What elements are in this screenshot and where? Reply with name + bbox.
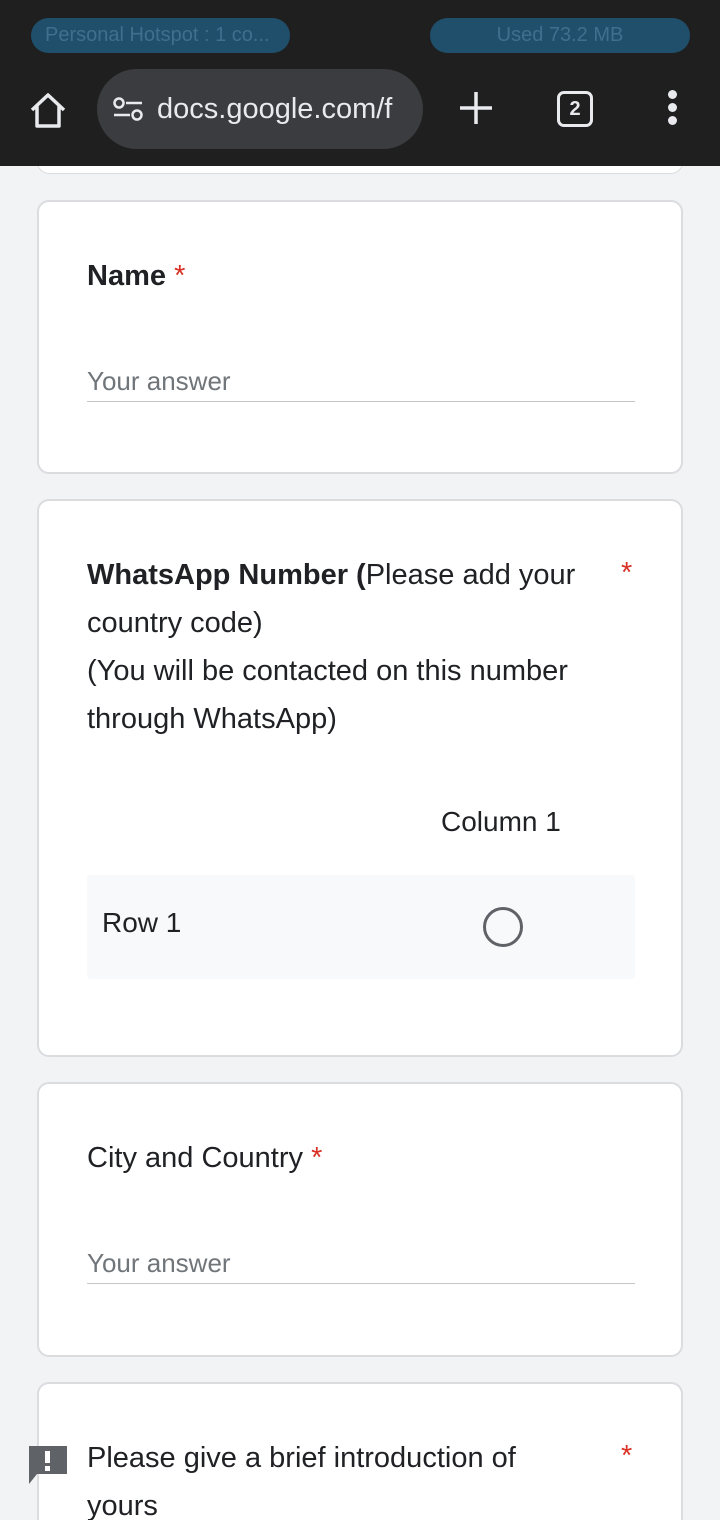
url-text[interactable]: docs.google.com/f [157, 93, 407, 126]
question-card-name: Name * [37, 200, 683, 474]
question-label: City and Country [87, 1142, 303, 1174]
required-asterisk: * [621, 557, 633, 589]
required-asterisk: * [174, 260, 186, 292]
form-content: Name * WhatsApp Number (Please add your … [0, 166, 720, 1520]
question-label: Name [87, 260, 166, 292]
question-card-whatsapp: WhatsApp Number (Please add your country… [37, 499, 683, 1057]
question-title: Please give a brief introduction of your… [87, 1434, 577, 1520]
question-card-introduction: Please give a brief introduction of your… [37, 1382, 683, 1520]
url-bar[interactable]: docs.google.com/f [97, 69, 423, 149]
question-title: City and Country * [87, 1134, 322, 1182]
grid-row-label: Row 1 [102, 907, 182, 938]
more-vert-icon[interactable] [660, 90, 684, 130]
question-subtitle: (You will be contacted on this number th… [87, 655, 568, 735]
city-country-input[interactable] [87, 1244, 635, 1284]
tune-icon[interactable] [112, 96, 144, 122]
grid-row: Row 1 [87, 875, 635, 979]
radio-button[interactable] [483, 907, 523, 947]
grid-column-header: Column 1 [441, 806, 561, 837]
required-asterisk: * [311, 1142, 323, 1174]
question-card-city: City and Country * [37, 1082, 683, 1357]
status-bar: Personal Hotspot : 1 co... Used 73.2 MB [0, 0, 720, 68]
question-title: WhatsApp Number (Please add your country… [87, 551, 597, 743]
question-label: Please give a brief introduction of your… [87, 1442, 516, 1520]
question-label-bold: WhatsApp Number ( [87, 559, 366, 591]
browser-toolbar: docs.google.com/f 2 [0, 68, 720, 166]
tab-switcher-button[interactable]: 2 [557, 91, 593, 127]
required-asterisk: * [621, 1440, 633, 1472]
data-usage-indicator[interactable]: Used 73.2 MB [430, 18, 690, 53]
previous-card [37, 166, 683, 174]
name-input[interactable] [87, 362, 635, 402]
plus-icon[interactable] [458, 90, 494, 126]
home-icon[interactable] [26, 88, 70, 132]
hotspot-indicator[interactable]: Personal Hotspot : 1 co... [31, 18, 290, 53]
question-title: Name * [87, 252, 185, 300]
feedback-icon[interactable] [27, 1444, 69, 1486]
